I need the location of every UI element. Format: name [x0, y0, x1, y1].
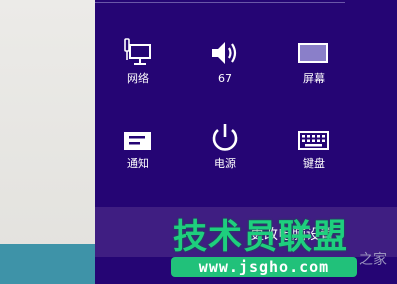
notifications-button[interactable]: 通知	[103, 117, 173, 179]
screen-button[interactable]: 屏幕	[279, 32, 349, 94]
notifications-icon	[121, 117, 155, 153]
screen-label: 屏幕	[303, 72, 325, 85]
keyboard-button[interactable]: 键盘	[279, 117, 349, 179]
screen-icon	[297, 32, 331, 68]
watermark-url: www.jsgho.com	[198, 258, 330, 276]
settings-charm-panel: 网络 67 屏幕 通知 电源 键盘 更改电脑设置 技术员联盟 www.jsgho…	[95, 0, 397, 284]
volume-button[interactable]: 67	[190, 32, 260, 94]
watermark-title: 技术员联盟	[173, 217, 348, 257]
volume-label: 67	[218, 72, 232, 85]
watermark-url-box: www.jsgho.com	[171, 257, 357, 277]
network-icon	[121, 32, 155, 68]
power-icon	[208, 117, 242, 153]
volume-icon	[208, 32, 242, 68]
network-label: 网络	[127, 72, 149, 85]
notifications-label: 通知	[127, 157, 149, 170]
panel-divider	[95, 2, 345, 3]
keyboard-icon	[297, 117, 331, 153]
desktop-background	[0, 0, 95, 284]
desktop-taskbar-strip	[0, 244, 95, 284]
power-button[interactable]: 电源	[190, 117, 260, 179]
watermark-tail: 之家	[359, 252, 387, 268]
keyboard-label: 键盘	[303, 157, 325, 170]
network-button[interactable]: 网络	[103, 32, 173, 94]
power-label: 电源	[214, 157, 236, 170]
